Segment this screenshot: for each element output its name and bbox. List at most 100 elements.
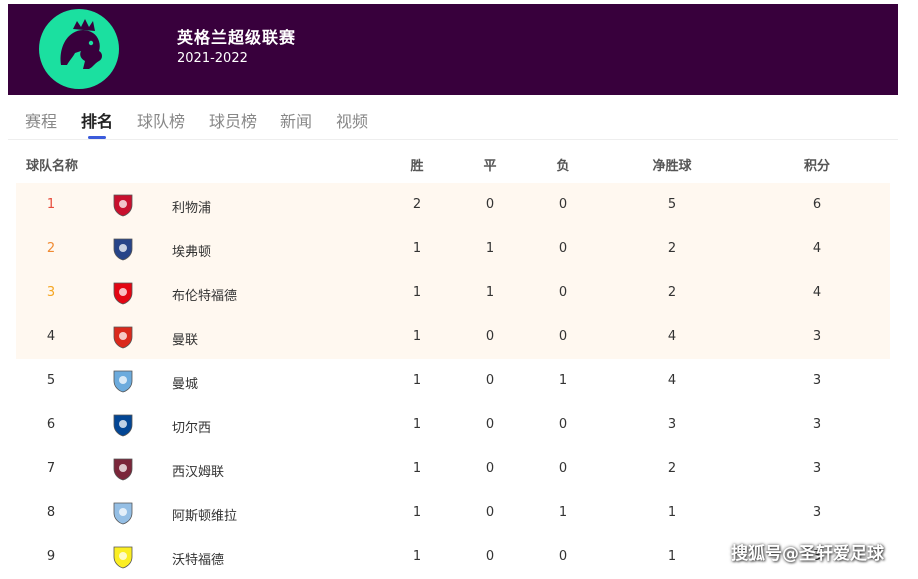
table-row[interactable]: 8 阿斯顿维拉 1 0 1 1 3: [16, 491, 890, 535]
team-won: 1: [412, 417, 422, 432]
team-rank: 5: [46, 373, 56, 388]
aston-villa-crest-icon: [110, 500, 140, 526]
team-lost: 0: [558, 285, 568, 300]
team-name[interactable]: 曼联: [172, 329, 198, 348]
active-tab-indicator: [88, 136, 106, 139]
team-drawn: 1: [485, 241, 495, 256]
league-banner: 英格兰超级联赛 2021-2022: [8, 4, 898, 95]
team-rank: 9: [46, 549, 56, 564]
brentford-crest-icon: [110, 280, 140, 306]
table-row[interactable]: 5 曼城 1 0 1 4 3: [16, 359, 890, 403]
team-lost: 0: [558, 417, 568, 432]
team-goal-diff: 4: [667, 373, 677, 388]
team-won: 1: [412, 285, 422, 300]
team-name[interactable]: 切尔西: [172, 417, 211, 436]
table-row[interactable]: 6 切尔西 1 0 0 3 3: [16, 403, 890, 447]
team-won: 1: [412, 329, 422, 344]
tab-fixtures[interactable]: 赛程: [25, 108, 57, 132]
team-lost: 0: [558, 241, 568, 256]
team-points: 3: [812, 505, 822, 520]
header-goal-diff: 净胜球: [652, 159, 692, 174]
tab-team-rankings[interactable]: 球队榜: [137, 108, 185, 132]
tab-player-rankings[interactable]: 球员榜: [209, 108, 257, 132]
team-points: 3: [812, 373, 822, 388]
team-name[interactable]: 布伦特福德: [172, 285, 237, 304]
team-goal-diff: 2: [667, 461, 677, 476]
header-points: 积分: [803, 159, 830, 174]
tab-bar: 赛程 排名 球队榜 球员榜 新闻 视频: [8, 96, 898, 140]
team-rank: 6: [46, 417, 56, 432]
standings-table-header: 球队名称 胜 平 负 净胜球 积分: [16, 145, 890, 181]
team-drawn: 0: [485, 373, 495, 388]
team-rank: 2: [46, 241, 56, 256]
team-drawn: 0: [485, 549, 495, 564]
team-drawn: 0: [485, 417, 495, 432]
team-won: 1: [412, 461, 422, 476]
team-rank: 8: [46, 505, 56, 520]
team-goal-diff: 5: [667, 197, 677, 212]
team-won: 1: [412, 549, 422, 564]
team-won: 1: [412, 373, 422, 388]
team-drawn: 0: [485, 329, 495, 344]
standings-table-body: 1 利物浦 2 0 0 5 6 2 埃弗顿 1 1 0 2 4 3 布伦特福德 1 1 0 2 4 4 曼联 1 0 0 4 3 5 曼城…: [16, 183, 890, 579]
team-points: 4: [812, 285, 822, 300]
table-row[interactable]: 2 埃弗顿 1 1 0 2 4: [16, 227, 890, 271]
team-rank: 1: [46, 197, 56, 212]
team-rank: 4: [46, 329, 56, 344]
team-drawn: 0: [485, 197, 495, 212]
team-drawn: 1: [485, 285, 495, 300]
team-won: 1: [412, 505, 422, 520]
watford-crest-icon: [110, 544, 140, 570]
league-title: 英格兰超级联赛: [177, 28, 297, 47]
team-goal-diff: 2: [667, 285, 677, 300]
lion-icon: [60, 19, 102, 69]
team-rank: 7: [46, 461, 56, 476]
team-goal-diff: 3: [667, 417, 677, 432]
team-lost: 0: [558, 549, 568, 564]
tab-standings[interactable]: 排名: [81, 108, 113, 132]
team-points: 3: [812, 417, 822, 432]
team-lost: 0: [558, 461, 568, 476]
team-points: 6: [812, 197, 822, 212]
team-rank: 3: [46, 285, 56, 300]
header-lost: 负: [556, 159, 570, 174]
team-name[interactable]: 利物浦: [172, 197, 211, 216]
header-team: 球队名称: [26, 159, 79, 174]
team-lost: 0: [558, 329, 568, 344]
table-row[interactable]: 1 利物浦 2 0 0 5 6: [16, 183, 890, 227]
header-drawn: 平: [483, 159, 497, 174]
team-lost: 1: [558, 505, 568, 520]
table-row[interactable]: 3 布伦特福德 1 1 0 2 4: [16, 271, 890, 315]
premier-league-logo: [39, 9, 119, 89]
team-goal-diff: 2: [667, 241, 677, 256]
tab-videos[interactable]: 视频: [336, 108, 368, 132]
team-lost: 0: [558, 197, 568, 212]
team-points: 3: [812, 461, 822, 476]
team-name[interactable]: 阿斯顿维拉: [172, 505, 237, 524]
team-goal-diff: 1: [667, 505, 677, 520]
table-row[interactable]: 4 曼联 1 0 0 4 3: [16, 315, 890, 359]
team-won: 2: [412, 197, 422, 212]
west-ham-crest-icon: [110, 456, 140, 482]
man-city-crest-icon: [110, 368, 140, 394]
team-name[interactable]: 曼城: [172, 373, 198, 392]
league-season: 2021-2022: [177, 51, 248, 66]
chelsea-crest-icon: [110, 412, 140, 438]
tab-news[interactable]: 新闻: [280, 108, 312, 132]
team-drawn: 0: [485, 505, 495, 520]
team-points: 4: [812, 241, 822, 256]
team-goal-diff: 4: [667, 329, 677, 344]
man-utd-crest-icon: [110, 324, 140, 350]
liverpool-crest-icon: [110, 192, 140, 218]
team-lost: 1: [558, 373, 568, 388]
team-name[interactable]: 沃特福德: [172, 549, 224, 568]
team-name[interactable]: 埃弗顿: [172, 241, 211, 260]
team-name[interactable]: 西汉姆联: [172, 461, 224, 480]
everton-crest-icon: [110, 236, 140, 262]
team-goal-diff: 1: [667, 549, 677, 564]
team-points: 3: [812, 329, 822, 344]
table-row[interactable]: 7 西汉姆联 1 0 0 2 3: [16, 447, 890, 491]
header-won: 胜: [410, 159, 424, 174]
team-won: 1: [412, 241, 422, 256]
team-drawn: 0: [485, 461, 495, 476]
